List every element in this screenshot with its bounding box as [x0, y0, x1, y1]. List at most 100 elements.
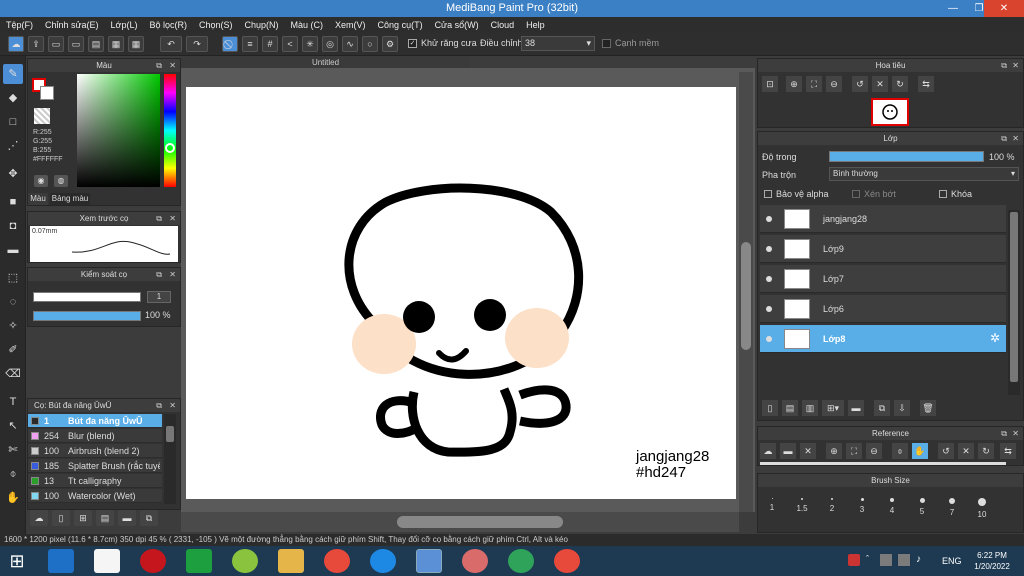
menu-help[interactable]: Help [526, 20, 545, 30]
menu-color[interactable]: Màu (C) [291, 20, 324, 30]
brush-cloud-icon[interactable]: ☁ [30, 510, 48, 526]
cross-snap-icon[interactable]: # [262, 36, 278, 52]
reference-eyedropper-icon[interactable]: ⌽ [892, 443, 908, 459]
bucket-tool-icon[interactable]: ◘ [3, 216, 23, 236]
gear-icon[interactable]: ✲ [990, 331, 1000, 345]
comment-icon[interactable]: ▭ [48, 36, 64, 52]
eyedropper-tool-icon[interactable]: ⌽ [3, 464, 23, 484]
color-wheel-icon[interactable]: ◍ [54, 175, 68, 187]
update-icon[interactable] [232, 549, 258, 573]
new-brush-icon[interactable]: ▯ [52, 510, 70, 526]
eraser-tool-icon[interactable]: ◆ [3, 88, 23, 108]
close-icon[interactable]: ✕ [1012, 59, 1019, 72]
clipping-checkbox[interactable] [852, 190, 860, 198]
reference-close-icon[interactable]: ✕ [800, 443, 816, 459]
float-icon[interactable]: ⧉ [156, 399, 162, 412]
visibility-eye-icon[interactable] [766, 246, 772, 252]
tile-icon[interactable]: ▦ [128, 36, 144, 52]
brush-size-preset[interactable]: 1 [757, 490, 787, 530]
reference-hand-icon[interactable]: ✋ [912, 443, 928, 459]
close-icon[interactable]: ✕ [1012, 132, 1019, 145]
menu-snap[interactable]: Chụp(N) [245, 20, 279, 30]
brush-opacity-slider[interactable] [33, 311, 141, 321]
new-halftone-layer-icon[interactable]: ▤ [782, 400, 798, 416]
brush-size-preset[interactable]: 4 [877, 490, 907, 530]
share-icon[interactable]: ⇪ [28, 36, 44, 52]
fill-rect-tool-icon[interactable]: ■ [3, 192, 23, 212]
close-button[interactable]: ✕ [984, 0, 1024, 17]
parallel-snap-icon[interactable]: ≡ [242, 36, 258, 52]
visibility-eye-icon[interactable] [766, 336, 772, 342]
brush-item-selected[interactable]: 1 Bút đa năng ŬwŬ [28, 414, 162, 428]
magic-wand-tool-icon[interactable]: ✧ [3, 316, 23, 336]
visibility-eye-icon[interactable] [766, 276, 772, 282]
rotate-right-icon[interactable]: ↻ [892, 76, 908, 92]
chrome-profile-icon[interactable] [508, 549, 534, 573]
radial-snap-icon[interactable]: ✳ [302, 36, 318, 52]
windows-start-icon[interactable]: ⊞ [6, 550, 28, 572]
marquee-tool-icon[interactable]: ⬚ [3, 268, 23, 288]
delete-layer-icon[interactable]: 🗑 [920, 400, 936, 416]
tab-color[interactable]: Màu [28, 193, 48, 205]
brush-item[interactable]: 185 Splatter Brush (rắc tuyế [28, 459, 162, 473]
battery-icon[interactable] [880, 554, 892, 566]
layer-row[interactable]: Lớp6 [760, 295, 1006, 323]
opera-icon[interactable] [140, 549, 166, 573]
menu-window[interactable]: Cửa sổ(W) [435, 20, 479, 30]
reference-rotate-left-icon[interactable]: ↺ [938, 443, 954, 459]
close-icon[interactable]: ✕ [169, 399, 176, 412]
merge-layer-icon[interactable]: ⇩ [894, 400, 910, 416]
language-indicator[interactable]: ENG [942, 556, 962, 566]
menu-tools[interactable]: Công cụ(T) [378, 20, 423, 30]
paint-app-icon[interactable] [462, 549, 488, 573]
page-icon[interactable]: ▤ [88, 36, 104, 52]
close-icon[interactable]: ✕ [1012, 427, 1019, 440]
hue-slider[interactable] [164, 74, 176, 187]
brush-size-preset[interactable]: 2 [817, 490, 847, 530]
snap-off-icon[interactable]: ⃠ [222, 36, 238, 52]
color-palette-icon[interactable]: ◉ [34, 175, 48, 187]
chrome-icon[interactable] [324, 549, 350, 573]
horizontal-scroll-thumb[interactable] [397, 516, 563, 528]
layer-row-selected[interactable]: Lớp8 ✲ [760, 325, 1006, 353]
folder-explorer-icon[interactable] [278, 549, 304, 573]
brush-size-preset[interactable]: 5 [907, 490, 937, 530]
gradient-tool-icon[interactable]: ▬ [3, 240, 23, 260]
chrome-window-icon[interactable] [554, 549, 580, 573]
layer-row[interactable]: Lớp9 [760, 235, 1006, 263]
brush-size-preset[interactable]: 3 [847, 490, 877, 530]
layer-row[interactable]: jangjang28 [760, 205, 1006, 233]
select-pen-tool-icon[interactable]: ✐ [3, 340, 23, 360]
antialias-checkbox[interactable]: ✓ [408, 39, 417, 48]
brush-size-slider[interactable] [33, 292, 141, 302]
reference-fit-icon[interactable]: ⛶ [846, 443, 862, 459]
float-icon[interactable]: ⧉ [156, 59, 162, 72]
float-icon[interactable]: ⧉ [156, 268, 162, 281]
menu-select[interactable]: Chọn(S) [199, 20, 233, 30]
float-icon[interactable]: ⧉ [1001, 59, 1007, 72]
vanishing-snap-icon[interactable]: < [282, 36, 298, 52]
adjust-select[interactable]: 38 ▾ [521, 36, 595, 51]
background-color-swatch[interactable] [40, 86, 54, 100]
circle-snap-icon[interactable]: ◎ [322, 36, 338, 52]
zoom-out-icon[interactable]: ⊖ [826, 76, 842, 92]
brush-size-preset[interactable]: 10 [967, 490, 997, 530]
brush-size-preset[interactable]: 1.5 [787, 490, 817, 530]
zalo-icon[interactable] [370, 549, 396, 573]
lock-checkbox[interactable] [939, 190, 947, 198]
layer-scroll-thumb[interactable] [1010, 212, 1018, 382]
move-tool-icon[interactable]: ✥ [3, 164, 23, 184]
curve-snap-icon[interactable]: ∿ [342, 36, 358, 52]
hue-handle[interactable] [165, 143, 175, 153]
reference-cloud-icon[interactable]: ☁ [760, 443, 776, 459]
layer-opacity-slider[interactable] [829, 151, 984, 162]
menu-cloud[interactable]: Cloud [491, 20, 515, 30]
medibang-icon[interactable] [416, 549, 442, 573]
float-icon[interactable]: ⧉ [1001, 427, 1007, 440]
operation-tool-icon[interactable]: ↖ [3, 416, 23, 436]
text-tool-icon[interactable]: T [3, 392, 23, 412]
layer-row[interactable]: Lớp7 [760, 265, 1006, 293]
ellipse-snap-icon[interactable]: ○ [362, 36, 378, 52]
drawing-canvas[interactable]: jangjang28 #hd247 [186, 87, 736, 499]
brush-item[interactable]: 254 Blur (blend) [28, 429, 162, 443]
